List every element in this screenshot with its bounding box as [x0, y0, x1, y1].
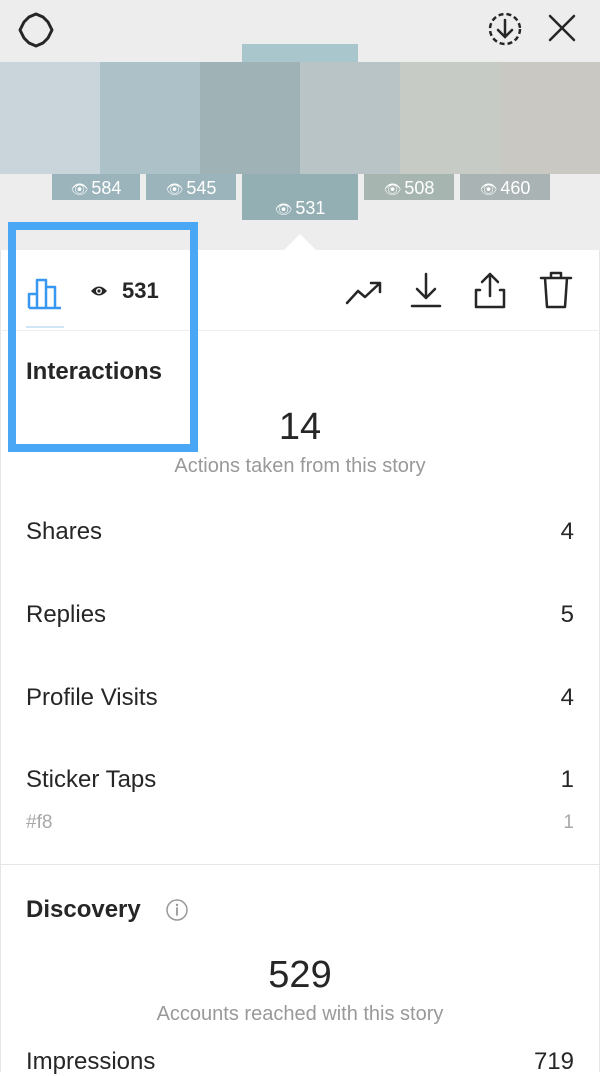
section-divider: [0, 864, 600, 865]
share-icon[interactable]: [470, 268, 510, 312]
story-thumbnail-selected[interactable]: 👁 531: [242, 174, 358, 220]
discovery-caption: Accounts reached with this story: [156, 1003, 444, 1025]
stat-value: 4: [560, 518, 574, 545]
stat-label: Shares: [26, 518, 103, 545]
selected-caret: [284, 234, 316, 250]
gear-icon[interactable]: [14, 8, 58, 52]
download-circle-icon[interactable]: [484, 8, 526, 50]
stat-row-sticker-taps: Sticker Taps 1: [26, 766, 574, 794]
story-thumbnail[interactable]: 👁 584: [52, 174, 140, 200]
stat-label: Profile Visits: [26, 684, 158, 711]
eye-icon: 👁: [165, 181, 184, 197]
interactions-caption: Actions taken from this story: [174, 455, 426, 477]
stat-subrow-hashtag: #f8 1: [26, 812, 574, 834]
eye-icon: 👁: [274, 201, 293, 217]
discovery-title: Discovery: [26, 896, 141, 923]
stat-subvalue: 1: [563, 812, 574, 833]
eye-icon: [88, 280, 110, 302]
story-thumbnail[interactable]: 👁 460: [460, 174, 550, 200]
story-strip-blur: [0, 62, 600, 174]
trend-icon[interactable]: [342, 272, 386, 312]
download-icon[interactable]: [406, 268, 446, 312]
interactions-title: Interactions: [26, 358, 163, 385]
story-thumbnail[interactable]: 👁 508: [364, 174, 454, 200]
stat-value: 4: [560, 684, 574, 711]
story-thumbnail-selected-top: [242, 44, 358, 62]
close-icon[interactable]: [542, 8, 582, 48]
trash-icon[interactable]: [534, 268, 578, 312]
stat-label: Replies: [26, 601, 107, 628]
stat-value: 5: [560, 601, 574, 628]
interactions-total: 14: [278, 406, 322, 448]
bar-chart-icon[interactable]: [24, 270, 66, 312]
eye-icon: 👁: [479, 181, 498, 197]
view-count: 531: [122, 278, 159, 303]
info-icon[interactable]: [164, 897, 190, 923]
stat-row-shares: Shares 4: [26, 518, 574, 546]
story-thumbnail[interactable]: 👁 545: [146, 174, 236, 200]
discovery-total: 529: [268, 954, 332, 996]
eye-icon: 👁: [383, 181, 402, 197]
eye-icon: 👁: [70, 181, 89, 197]
stat-value: 1: [560, 766, 574, 793]
stat-sublabel: #f8: [26, 812, 53, 833]
stat-row-profile-visits: Profile Visits 4: [26, 684, 574, 712]
active-tab-indicator: [26, 326, 64, 328]
stat-row-replies: Replies 5: [26, 601, 574, 629]
stat-label: Sticker Taps: [26, 766, 157, 793]
